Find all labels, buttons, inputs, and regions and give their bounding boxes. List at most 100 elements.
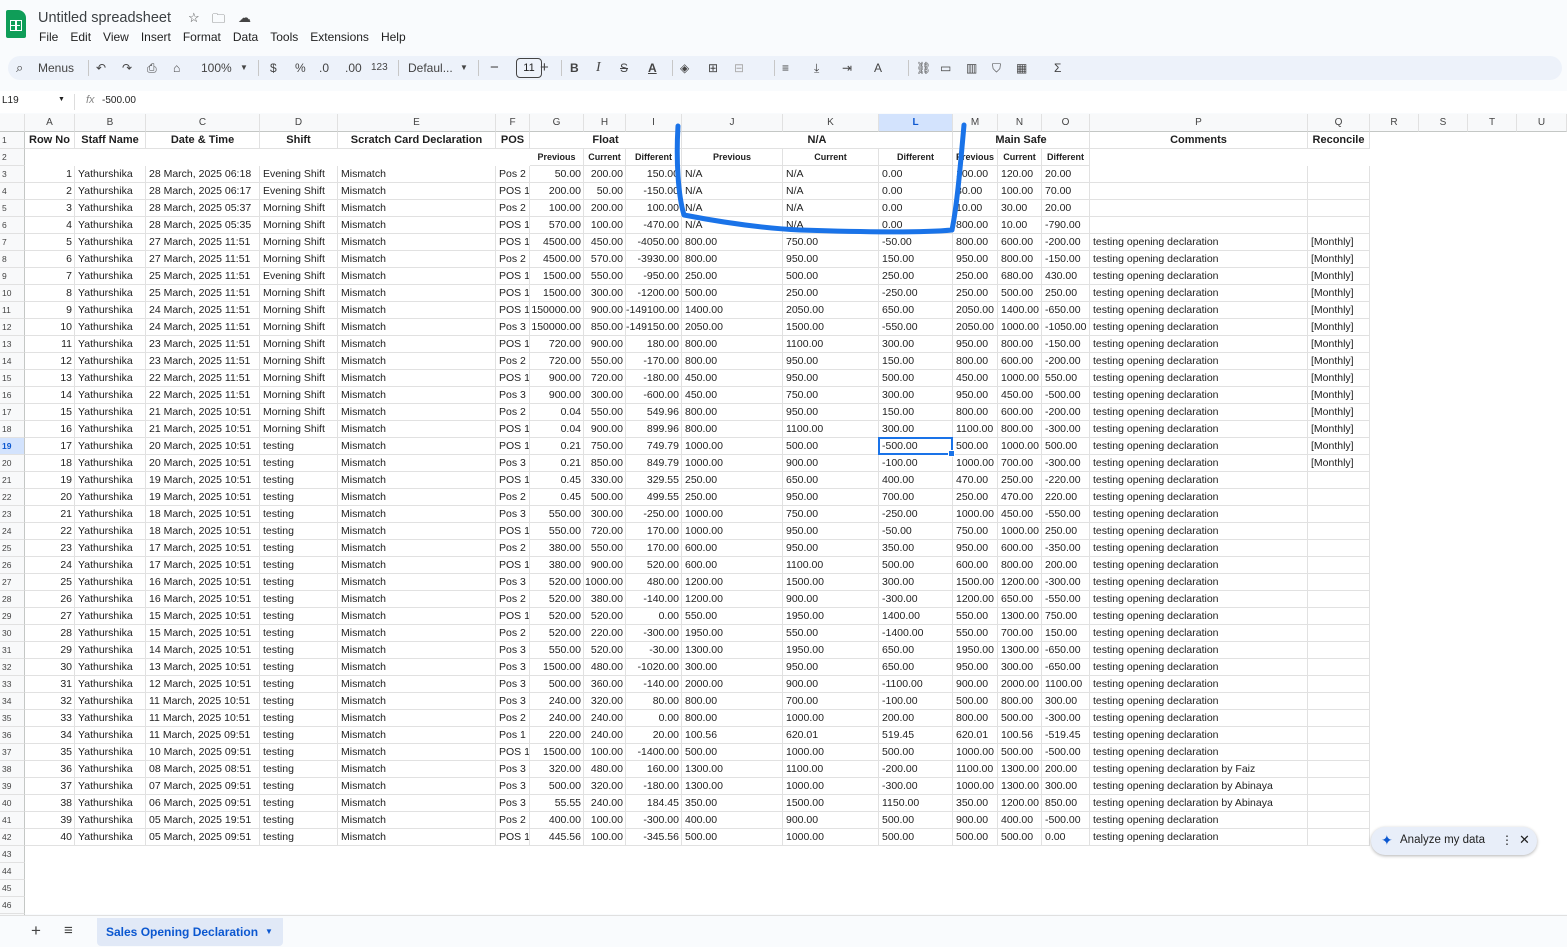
- cell-d16[interactable]: Morning Shift: [260, 387, 338, 404]
- cell-i22[interactable]: 499.55: [626, 489, 682, 506]
- cell-d18[interactable]: Morning Shift: [260, 421, 338, 438]
- cell-e19[interactable]: Mismatch: [338, 438, 496, 455]
- formula-input[interactable]: -500.00: [102, 95, 136, 106]
- cell-e15[interactable]: Mismatch: [338, 370, 496, 387]
- cell-j19[interactable]: 1000.00: [682, 438, 783, 455]
- cell-l35[interactable]: 200.00: [879, 710, 953, 727]
- cell-n30[interactable]: 700.00: [998, 625, 1042, 642]
- cell-p13[interactable]: testing opening declaration: [1090, 336, 1308, 353]
- cell-c3[interactable]: 28 March, 2025 06:18: [146, 166, 260, 183]
- cell-l36[interactable]: 519.45: [879, 727, 953, 744]
- cell-b11[interactable]: Yathurshika: [75, 302, 146, 319]
- cell-m13[interactable]: 950.00: [953, 336, 998, 353]
- cell-q30[interactable]: [1308, 625, 1370, 642]
- cell-g35[interactable]: 240.00: [530, 710, 584, 727]
- subheader-cell[interactable]: Previous: [682, 149, 783, 166]
- cell-k26[interactable]: 1100.00: [783, 557, 879, 574]
- cell-n26[interactable]: 800.00: [998, 557, 1042, 574]
- cell-j15[interactable]: 450.00: [682, 370, 783, 387]
- cell-e39[interactable]: Mismatch: [338, 778, 496, 795]
- cell-q40[interactable]: [1308, 795, 1370, 812]
- cell-g42[interactable]: 445.56: [530, 829, 584, 846]
- cell-e16[interactable]: Mismatch: [338, 387, 496, 404]
- cell-m26[interactable]: 600.00: [953, 557, 998, 574]
- cell-n29[interactable]: 1300.00: [998, 608, 1042, 625]
- cell-e36[interactable]: Mismatch: [338, 727, 496, 744]
- cell-c18[interactable]: 21 March, 2025 10:51: [146, 421, 260, 438]
- cell-a29[interactable]: 27: [25, 608, 75, 625]
- chevron-down-icon[interactable]: ▼: [460, 59, 468, 77]
- cell-c25[interactable]: 17 March, 2025 10:51: [146, 540, 260, 557]
- cell-q6[interactable]: [1308, 217, 1370, 234]
- document-title[interactable]: Untitled spreadsheet: [38, 10, 171, 26]
- cell-k25[interactable]: 950.00: [783, 540, 879, 557]
- row-header-31[interactable]: 31: [0, 642, 25, 659]
- cell-p34[interactable]: testing opening declaration: [1090, 693, 1308, 710]
- menu-edit[interactable]: Edit: [64, 30, 97, 45]
- analyze-label[interactable]: Analyze my data: [1400, 834, 1485, 846]
- cell-k29[interactable]: 1950.00: [783, 608, 879, 625]
- cell-q32[interactable]: [1308, 659, 1370, 676]
- cell-n12[interactable]: 1000.00: [998, 319, 1042, 336]
- cell-m27[interactable]: 1500.00: [953, 574, 998, 591]
- header-cell-f[interactable]: POS: [496, 132, 530, 149]
- cell-n40[interactable]: 1200.00: [998, 795, 1042, 812]
- cell-d6[interactable]: Morning Shift: [260, 217, 338, 234]
- cell-a30[interactable]: 28: [25, 625, 75, 642]
- cell-p9[interactable]: testing opening declaration: [1090, 268, 1308, 285]
- cell-p37[interactable]: testing opening declaration: [1090, 744, 1308, 761]
- cell-i6[interactable]: -470.00: [626, 217, 682, 234]
- cell-d9[interactable]: Evening Shift: [260, 268, 338, 285]
- cell-c11[interactable]: 24 March, 2025 11:51: [146, 302, 260, 319]
- decrease-decimal-button[interactable]: .0: [319, 59, 329, 77]
- cell-o24[interactable]: 250.00: [1042, 523, 1090, 540]
- cell-n17[interactable]: 600.00: [998, 404, 1042, 421]
- sheet-grid[interactable]: A B C D E F G H I J K L M N O P Q R S T U 1 2 3 4 5 6 7 8 9 10 11 12 13 14…: [0, 114, 1567, 931]
- cell-o41[interactable]: -500.00: [1042, 812, 1090, 829]
- cell-a3[interactable]: 1: [25, 166, 75, 183]
- cell-q37[interactable]: [1308, 744, 1370, 761]
- cell-i4[interactable]: -150.00: [626, 183, 682, 200]
- cell-o6[interactable]: -790.00: [1042, 217, 1090, 234]
- row-header-19[interactable]: 19: [0, 438, 25, 455]
- cell-m14[interactable]: 800.00: [953, 353, 998, 370]
- cell-d19[interactable]: testing: [260, 438, 338, 455]
- undo-icon[interactable]: ↶: [96, 59, 106, 77]
- cell-q19[interactable]: [Monthly]: [1308, 438, 1370, 455]
- filter-icon[interactable]: ⛉: [992, 59, 1001, 77]
- header-cell-jl[interactable]: N/A: [682, 132, 953, 149]
- cell-d26[interactable]: testing: [260, 557, 338, 574]
- cell-h12[interactable]: 850.00: [584, 319, 626, 336]
- cell-n11[interactable]: 1400.00: [998, 302, 1042, 319]
- cell-l29[interactable]: 1400.00: [879, 608, 953, 625]
- cell-h8[interactable]: 570.00: [584, 251, 626, 268]
- cell-f36[interactable]: Pos 1: [496, 727, 530, 744]
- menu-format[interactable]: Format: [177, 30, 227, 45]
- cell-c33[interactable]: 12 March, 2025 10:51: [146, 676, 260, 693]
- all-sheets-icon[interactable]: ≡: [64, 922, 73, 939]
- cell-n8[interactable]: 800.00: [998, 251, 1042, 268]
- cell-o3[interactable]: 20.00: [1042, 166, 1090, 183]
- column-header-n[interactable]: N: [998, 114, 1042, 132]
- cell-j26[interactable]: 600.00: [682, 557, 783, 574]
- vertical-align-icon[interactable]: ⤓: [814, 59, 819, 77]
- text-color-icon[interactable]: A: [648, 59, 657, 77]
- cell-e32[interactable]: Mismatch: [338, 659, 496, 676]
- cell-l40[interactable]: 1150.00: [879, 795, 953, 812]
- cell-q9[interactable]: [Monthly]: [1308, 268, 1370, 285]
- cell-a42[interactable]: 40: [25, 829, 75, 846]
- cell-l7[interactable]: -50.00: [879, 234, 953, 251]
- cell-l30[interactable]: -1400.00: [879, 625, 953, 642]
- cell-o14[interactable]: -200.00: [1042, 353, 1090, 370]
- cell-f12[interactable]: Pos 3: [496, 319, 530, 336]
- cell-d3[interactable]: Evening Shift: [260, 166, 338, 183]
- cell-m37[interactable]: 1000.00: [953, 744, 998, 761]
- cell-a20[interactable]: 18: [25, 455, 75, 472]
- cell-f40[interactable]: Pos 3: [496, 795, 530, 812]
- cell-q39[interactable]: [1308, 778, 1370, 795]
- row-header-39[interactable]: 39: [0, 778, 25, 795]
- cell-j8[interactable]: 800.00: [682, 251, 783, 268]
- cell-i36[interactable]: 20.00: [626, 727, 682, 744]
- cell-b21[interactable]: Yathurshika: [75, 472, 146, 489]
- cell-m41[interactable]: 900.00: [953, 812, 998, 829]
